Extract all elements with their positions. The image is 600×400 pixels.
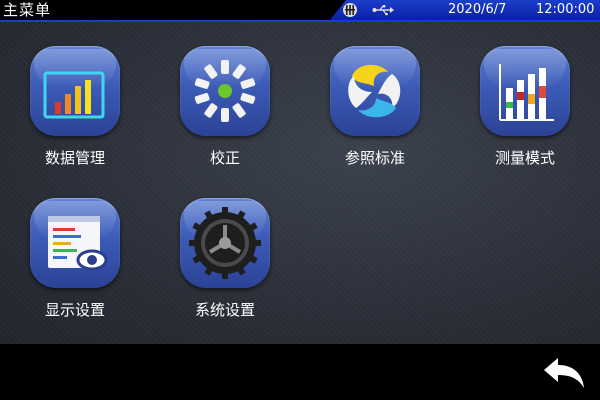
status-bar: 主菜单 2020/6/7 12:00:00 [0,0,600,22]
calibration-label: 校正 [209,149,240,167]
system-settings-label: 系统设置 [194,301,255,319]
bar-chart-icon [43,71,105,119]
data-management-button[interactable]: 数据管理 [20,46,130,168]
system-settings-button[interactable]: 系统设置 [170,198,280,320]
display-settings-icon [48,216,108,271]
back-arrow-icon [544,358,584,388]
reference-standard-icon [348,64,401,118]
display-settings-tile [30,198,120,288]
status-time: 12:00:00 [536,2,595,17]
reference-standard-tile [330,46,420,136]
calibration-tile [180,46,270,136]
usb-icon [372,5,394,16]
page-title: 主菜单 [3,1,52,19]
measure-mode-chart-icon [499,64,554,121]
display-settings-label: 显示设置 [44,301,105,319]
calibration-dial-icon [194,60,256,122]
measurement-mode-tile [480,46,570,136]
data-management-label: 数据管理 [44,149,105,167]
calibration-button[interactable]: 校正 [170,46,280,168]
bottom-bar [0,344,600,400]
reference-standard-label: 参照标准 [344,149,405,167]
gear-icon [189,207,261,279]
data-management-tile [30,46,120,136]
display-settings-button[interactable]: 显示设置 [20,198,130,320]
back-button[interactable] [540,356,588,390]
status-date: 2020/6/7 [448,2,507,17]
system-settings-tile [180,198,270,288]
measurement-mode-label: 测量模式 [494,149,555,167]
app-grid: 数据管理 校正 参照标准 测量模式 显示设置 系统设置 [0,22,600,344]
device-icon [343,3,357,17]
reference-standard-button[interactable]: 参照标准 [320,46,430,168]
measurement-mode-button[interactable]: 测量模式 [470,46,580,168]
